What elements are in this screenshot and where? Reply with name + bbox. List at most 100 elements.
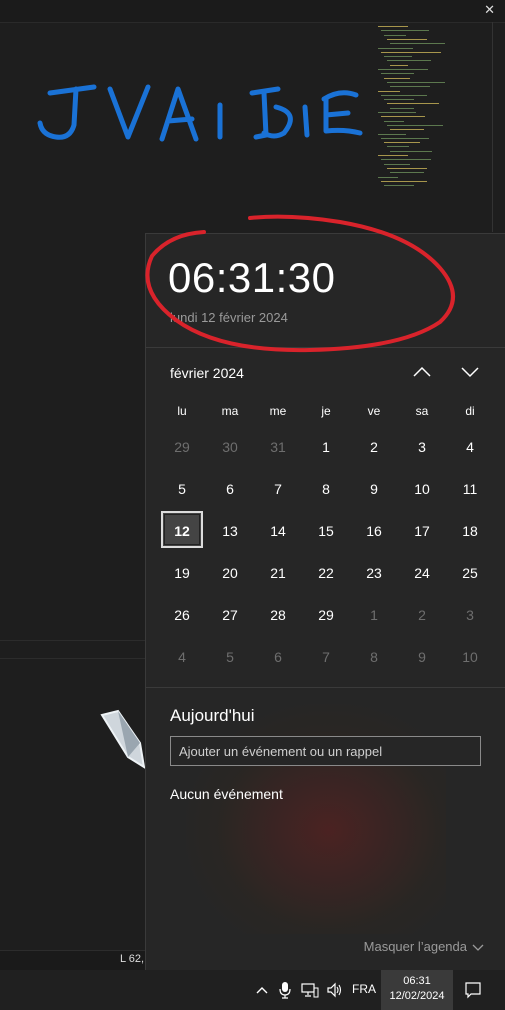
panel-divider	[0, 658, 145, 659]
cursor-position-text: L 62,	[120, 953, 145, 965]
weekday-label: je	[321, 404, 331, 418]
crystal-shape-icon	[100, 709, 146, 770]
calendar-day[interactable]: 3	[398, 426, 446, 468]
action-center-button[interactable]	[462, 980, 484, 1000]
show-hidden-icons-button[interactable]	[254, 980, 270, 1000]
calendar-day[interactable]: 16	[350, 510, 398, 552]
calendar-day[interactable]: 25	[446, 552, 494, 594]
calendar-day[interactable]: 9	[350, 468, 398, 510]
close-icon[interactable]: ✕	[484, 2, 495, 18]
calendar-day[interactable]: 10	[398, 468, 446, 510]
minimap-line	[387, 124, 443, 126]
calendar-day[interactable]: 5	[206, 636, 254, 678]
calendar-day[interactable]: 26	[158, 594, 206, 636]
volume-button[interactable]	[325, 980, 345, 1000]
calendar-day-number: 26	[174, 607, 190, 623]
weekday-label: me	[269, 404, 287, 418]
month-title[interactable]: février 2024	[170, 365, 244, 381]
calendar-week-row: 5 6 7 8 9 10 11	[158, 468, 494, 510]
calendar-day-number: 9	[370, 481, 378, 497]
calendar-day-number: 27	[222, 607, 238, 623]
minimap-line	[381, 159, 431, 161]
calendar-day[interactable]: 18	[446, 510, 494, 552]
calendar-day-number: 29	[174, 439, 190, 455]
minimap-line	[384, 163, 410, 165]
minimap-line	[387, 167, 427, 169]
minimap-line	[378, 47, 413, 49]
next-month-button[interactable]	[456, 360, 484, 384]
calendar-day-number: 3	[418, 439, 426, 455]
calendar-day-number: 15	[318, 523, 334, 539]
calendar-day[interactable]: 22	[302, 552, 350, 594]
calendar-day[interactable]: 23	[350, 552, 398, 594]
code-minimap[interactable]	[376, 22, 494, 192]
calendar-day[interactable]: 30	[206, 426, 254, 468]
hide-agenda-label: Masquer l’agenda	[363, 939, 467, 954]
taskbar-clock-button[interactable]: 06:31 12/02/2024	[381, 970, 453, 1010]
divider	[146, 347, 505, 348]
calendar-day[interactable]: 29	[302, 594, 350, 636]
calendar-day-number: 7	[274, 481, 282, 497]
calendar-grid: lu ma me je ve sa di 29 30 31 1 2 3 4 5 6 7 8 9 10 11 12 13 14…	[158, 396, 494, 678]
chevron-up-icon	[413, 366, 431, 377]
calendar-day-number: 9	[418, 649, 426, 665]
minimap-line	[387, 60, 431, 62]
calendar-day[interactable]: 2	[398, 594, 446, 636]
calendar-day-number: 13	[222, 523, 238, 539]
calendar-day[interactable]: 19	[158, 552, 206, 594]
calendar-week-row: 26 27 28 29 1 2 3	[158, 594, 494, 636]
calendar-day-number: 22	[318, 565, 334, 581]
calendar-day[interactable]: 15	[302, 510, 350, 552]
calendar-day[interactable]: 6	[206, 468, 254, 510]
calendar-day[interactable]: 7	[254, 468, 302, 510]
hide-agenda-button[interactable]: Masquer l’agenda	[364, 939, 484, 954]
calendar-day[interactable]: 14	[254, 510, 302, 552]
add-event-input[interactable]	[170, 736, 481, 766]
calendar-day[interactable]: 27	[206, 594, 254, 636]
input-language-button[interactable]: FRA	[352, 982, 376, 996]
minimap-line	[387, 146, 409, 148]
calendar-day[interactable]: 21	[254, 552, 302, 594]
calendar-day-number: 3	[466, 607, 474, 623]
minimap-line	[378, 112, 416, 113]
panel-divider	[0, 640, 145, 641]
previous-month-button[interactable]	[408, 360, 436, 384]
calendar-day[interactable]: 20	[206, 552, 254, 594]
calendar-day[interactable]: 28	[254, 594, 302, 636]
calendar-day[interactable]: 13	[206, 510, 254, 552]
minimap-line	[384, 34, 406, 36]
calendar-day[interactable]: 4	[446, 426, 494, 468]
clock-date[interactable]: lundi 12 février 2024	[170, 310, 288, 325]
minimap-line	[387, 38, 427, 40]
calendar-day[interactable]: 24	[398, 552, 446, 594]
calendar-day[interactable]: 3	[446, 594, 494, 636]
network-button[interactable]	[300, 980, 320, 1000]
calendar-day-today[interactable]: 12	[158, 510, 206, 552]
calendar-day[interactable]: 10	[446, 636, 494, 678]
calendar-day[interactable]: 1	[350, 594, 398, 636]
calendar-day[interactable]: 8	[350, 636, 398, 678]
calendar-day[interactable]: 17	[398, 510, 446, 552]
editor-divider	[492, 22, 493, 232]
calendar-day[interactable]: 31	[254, 426, 302, 468]
calendar-day[interactable]: 6	[254, 636, 302, 678]
calendar-day[interactable]: 29	[158, 426, 206, 468]
calendar-day-number: 10	[414, 481, 430, 497]
calendar-day-number: 5	[178, 481, 186, 497]
calendar-day[interactable]: 11	[446, 468, 494, 510]
calendar-day[interactable]: 8	[302, 468, 350, 510]
microphone-button[interactable]	[278, 980, 292, 1000]
editor-title-bar: ✕	[0, 0, 505, 23]
minimap-line	[378, 69, 428, 70]
calendar-day[interactable]: 4	[158, 636, 206, 678]
calendar-day[interactable]: 2	[350, 426, 398, 468]
calendar-day-number: 28	[270, 607, 286, 623]
chevron-down-icon	[461, 367, 479, 378]
calendar-day[interactable]: 5	[158, 468, 206, 510]
calendar-day-number: 8	[370, 649, 378, 665]
calendar-day[interactable]: 7	[302, 636, 350, 678]
calendar-day[interactable]: 1	[302, 426, 350, 468]
calendar-day[interactable]: 9	[398, 636, 446, 678]
calendar-day-number: 6	[226, 481, 234, 497]
minimap-line	[384, 120, 404, 122]
